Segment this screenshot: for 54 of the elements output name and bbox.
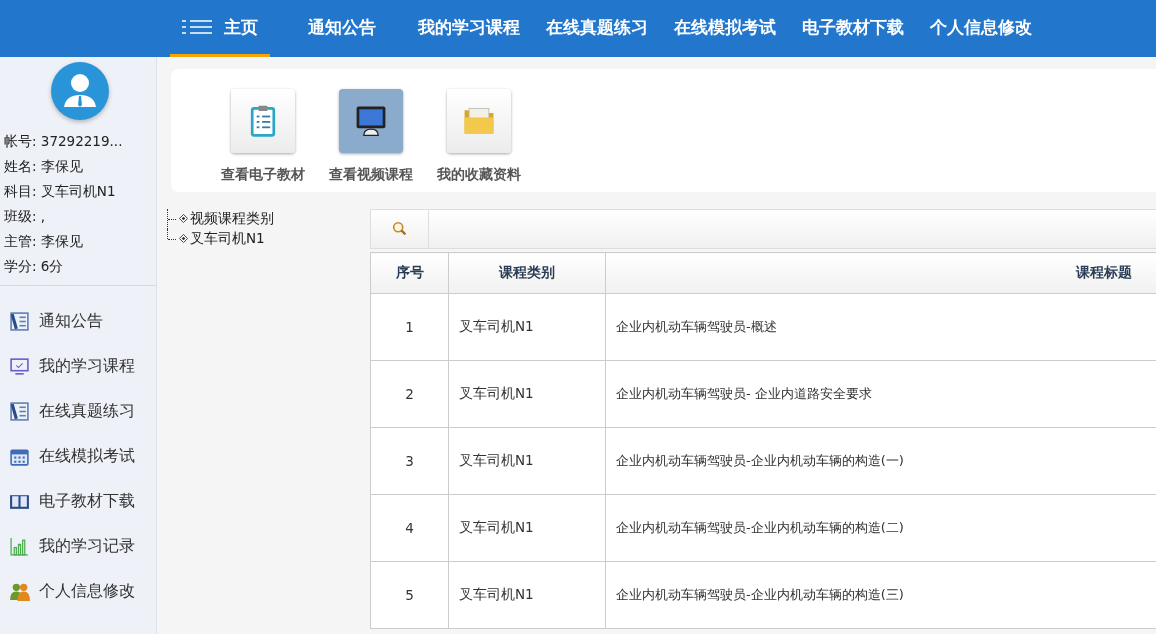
- sidebar-item[interactable]: 我的学习记录: [0, 524, 156, 569]
- diamond-icon: [179, 214, 188, 223]
- table-cell: 叉车司机N1: [448, 494, 606, 562]
- menu-icon: [182, 19, 212, 35]
- monitor-icon: [9, 356, 30, 377]
- profile-field: 科目: 叉车司机N1: [4, 179, 156, 204]
- column-header: 课程类别: [448, 252, 606, 294]
- table-cell: 企业内机动车辆驾驶员-企业内机动车辆的构造(三): [605, 561, 1156, 629]
- nav-tab[interactable]: 个人信息修改: [918, 0, 1044, 57]
- profile-field: 姓名: 李保见: [4, 154, 156, 179]
- sidebar-item[interactable]: 我的学习课程: [0, 344, 156, 389]
- tree-node[interactable]: 视频课程类别: [178, 210, 274, 228]
- avatar-icon: [50, 61, 110, 121]
- sidebar-item[interactable]: 在线真题练习: [0, 389, 156, 434]
- column-header: 课程标题: [605, 252, 1156, 294]
- profile-field: 班级: ,: [4, 204, 156, 229]
- nav-tab[interactable]: 在线模拟考试: [662, 0, 788, 57]
- table-cell: 企业内机动车辆驾驶员-企业内机动车辆的构造(一): [605, 427, 1156, 495]
- nav-tab[interactable]: 我的学习课程: [406, 0, 532, 57]
- sidebar-item[interactable]: 个人信息修改: [0, 569, 156, 614]
- shortcut-link[interactable]: 我的收藏资料: [429, 89, 529, 192]
- sidebar-item[interactable]: 在线模拟考试: [0, 434, 156, 479]
- table-cell: 企业内机动车辆驾驶员-概述: [605, 293, 1156, 361]
- people-icon: [9, 581, 30, 602]
- column-header: 序号: [370, 252, 449, 294]
- nav-tab[interactable]: 在线真题练习: [534, 0, 660, 57]
- shortcut-link[interactable]: 查看电子教材: [213, 89, 313, 192]
- table-cell: 叉车司机N1: [448, 427, 606, 495]
- table-cell: 1: [370, 293, 449, 361]
- calendar-icon: [9, 446, 30, 467]
- table-cell: 2: [370, 360, 449, 428]
- table-cell: 5: [370, 561, 449, 629]
- nav-tab[interactable]: 通知公告: [296, 0, 388, 57]
- profile-field: 主管: 李保见: [4, 229, 156, 254]
- tree-node[interactable]: 叉车司机N1: [178, 230, 265, 248]
- nav-tab[interactable]: 电子教材下载: [790, 0, 916, 57]
- profile-field: 帐号: 37292219...: [4, 129, 156, 154]
- sidebar-item[interactable]: 电子教材下载: [0, 479, 156, 524]
- sidebar-item[interactable]: 通知公告: [0, 299, 156, 344]
- table-cell: 企业内机动车辆驾驶员- 企业内道路安全要求: [605, 360, 1156, 428]
- table-cell: 3: [370, 427, 449, 495]
- profile-field: 学分: 6分: [4, 254, 156, 279]
- table-cell: 叉车司机N1: [448, 561, 606, 629]
- table-cell: 叉车司机N1: [448, 360, 606, 428]
- bar-chart-icon: [9, 536, 30, 557]
- notepad-icon: [9, 311, 30, 332]
- table-cell: 企业内机动车辆驾驶员-企业内机动车辆的构造(二): [605, 494, 1156, 562]
- diamond-icon: [179, 234, 188, 243]
- search-icon: [390, 220, 409, 238]
- shortcut-link[interactable]: 查看视频课程: [321, 89, 421, 192]
- table-cell: 叉车司机N1: [448, 293, 606, 361]
- table-cell: 4: [370, 494, 449, 562]
- nav-tab[interactable]: 主页: [170, 0, 270, 57]
- notepad-icon: [9, 401, 30, 422]
